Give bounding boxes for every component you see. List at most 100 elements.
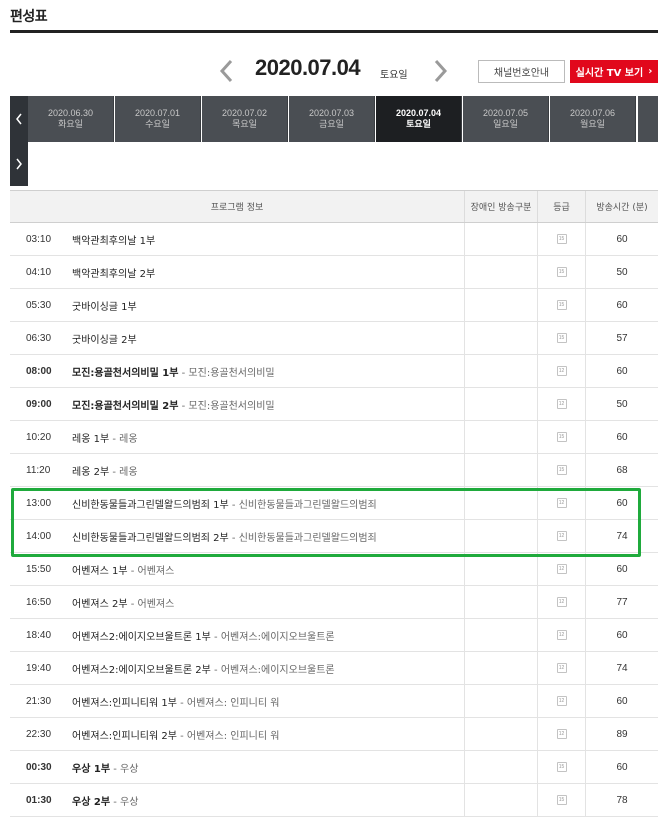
- program-time: 13:00: [26, 497, 52, 509]
- duration-cell: 60: [616, 365, 628, 377]
- program-subtitle-text: 우상: [120, 763, 139, 775]
- program-title[interactable]: 어벤져스:인피니티워 2부: [72, 727, 177, 742]
- title-rule: [10, 30, 658, 33]
- program-subtitle: - 어벤져스: [127, 598, 175, 610]
- date-tab[interactable]: 2020.06.30 화요일: [28, 96, 114, 142]
- rating-badge-icon: 12: [556, 729, 567, 739]
- table-row[interactable]: 06:30 굿바이싱글 2부 15 57: [10, 322, 658, 355]
- date-tab[interactable]: 2020.07.04 토요일: [376, 96, 462, 142]
- live-tv-label: 실시간 TV 보기: [575, 68, 644, 79]
- program-cell: 21:30 어벤져스:인피니티워 1부 - 어벤져스: 인피니티 워: [10, 685, 465, 717]
- date-tab[interactable]: 2020.07.02 목요일: [202, 96, 288, 142]
- table-row[interactable]: 16:50 어벤져스 2부 - 어벤져스 12 77: [10, 586, 658, 619]
- program-subtitle: - 우상: [110, 763, 139, 775]
- date-tab-date: 2020.07.06: [569, 108, 616, 118]
- table-row[interactable]: 00:30 우상 1부 - 우상 15 60: [10, 751, 658, 784]
- rating-cell: 15: [538, 751, 586, 783]
- program-cell: 18:40 어벤져스2:에이지오브울트론 1부 - 어벤져스:에이지오브울트론: [10, 619, 465, 651]
- program-cell: 22:30 어벤져스:인피니티워 2부 - 어벤져스: 인피니티 워: [10, 718, 465, 750]
- program-title[interactable]: 레옹 1부: [72, 430, 109, 445]
- program-title[interactable]: 우상 1부: [72, 760, 110, 775]
- program-cell: 19:40 어벤져스2:에이지오브울트론 2부 - 어벤져스:에이지오브울트론: [10, 652, 465, 684]
- duration-cell: 50: [616, 398, 628, 410]
- table-row[interactable]: 01:30 우상 2부 - 우상 15 78: [10, 784, 658, 817]
- chevron-right-icon: [434, 59, 448, 83]
- rating-badge-icon: 12: [556, 597, 567, 607]
- program-title[interactable]: 모진:용골천서의비밀 1부: [72, 364, 178, 379]
- table-row[interactable]: 18:40 어벤져스2:에이지오브울트론 1부 - 어벤져스:에이지오브울트론 12…: [10, 619, 658, 652]
- table-row[interactable]: 03:10 백악관최후의날 1부 15 60: [10, 223, 658, 256]
- rating-cell: 12: [538, 553, 586, 585]
- program-title[interactable]: 어벤져스 1부: [72, 562, 128, 577]
- program-time: 04:10: [26, 266, 52, 278]
- table-row[interactable]: 19:40 어벤져스2:에이지오브울트론 2부 - 어벤져스:에이지오브울트론 12…: [10, 652, 658, 685]
- program-title[interactable]: 신비한동물들과그린델왈드의범죄 1부: [72, 496, 229, 511]
- date-tab-date: 2020.07.01: [134, 108, 181, 118]
- date-tab-date: 2020.07.04: [395, 108, 442, 118]
- header-program: 프로그램 정보: [10, 191, 465, 222]
- program-time: 08:00: [26, 365, 52, 377]
- prev-date-button[interactable]: [216, 58, 238, 84]
- rating-cell: 12: [538, 355, 586, 387]
- program-title[interactable]: 굿바이싱글 1부: [72, 298, 137, 313]
- program-subtitle: - 레옹: [109, 433, 138, 445]
- accessibility-cell: [465, 784, 538, 816]
- program-title[interactable]: 우상 2부: [72, 793, 110, 808]
- live-tv-button[interactable]: 실시간 TV 보기 ›: [570, 60, 658, 83]
- table-row[interactable]: 14:00 신비한동물들과그린델왈드의범죄 2부 - 신비한동물들과그린델왈드의범…: [10, 520, 658, 553]
- rating-cell: 12: [538, 586, 586, 618]
- program-cell: 14:00 신비한동물들과그린델왈드의범죄 2부 - 신비한동물들과그린델왈드의범…: [10, 520, 465, 552]
- program-time: 21:30: [26, 695, 52, 707]
- table-row[interactable]: 11:20 레옹 2부 - 레옹 15 68: [10, 454, 658, 487]
- accessibility-cell: [465, 487, 538, 519]
- program-title[interactable]: 어벤져스 2부: [72, 595, 128, 610]
- rating-badge-icon: 15: [556, 432, 567, 442]
- program-title[interactable]: 신비한동물들과그린델왈드의범죄 2부: [72, 529, 229, 544]
- rating-badge-icon: 15: [556, 333, 567, 343]
- program-cell: 01:30 우상 2부 - 우상: [10, 784, 465, 816]
- accessibility-cell: [465, 619, 538, 651]
- date-tab[interactable]: 2020.07.05 일요일: [463, 96, 549, 142]
- rating-cell: 12: [538, 619, 586, 651]
- program-title[interactable]: 어벤져스2:에이지오브울트론 2부: [72, 661, 211, 676]
- rating-cell: 12: [538, 487, 586, 519]
- program-title[interactable]: 굿바이싱글 2부: [72, 331, 137, 346]
- table-row[interactable]: 22:30 어벤져스:인피니티워 2부 - 어벤져스: 인피니티 워 12 89: [10, 718, 658, 751]
- channel-guide-button[interactable]: 채널번호안내: [478, 60, 565, 83]
- duration-cell: 57: [616, 332, 628, 344]
- next-date-button[interactable]: [429, 58, 451, 84]
- program-title[interactable]: 모진:용골천서의비밀 2부: [72, 397, 178, 412]
- rating-badge-icon: 15: [556, 795, 567, 805]
- date-tab[interactable]: 2020.07.03 금요일: [289, 96, 375, 142]
- table-row[interactable]: 05:30 굿바이싱글 1부 15 60: [10, 289, 658, 322]
- program-time: 19:40: [26, 662, 52, 674]
- table-row[interactable]: 13:00 신비한동물들과그린델왈드의범죄 1부 - 신비한동물들과그린델왈드의범…: [10, 487, 658, 520]
- table-row[interactable]: 10:20 레옹 1부 - 레옹 15 60: [10, 421, 658, 454]
- accessibility-cell: [465, 223, 538, 255]
- rating-badge-icon: 12: [556, 564, 567, 574]
- tabs-prev-button[interactable]: [10, 96, 28, 142]
- table-row[interactable]: 04:10 백악관최후의날 2부 15 50: [10, 256, 658, 289]
- program-title[interactable]: 레옹 2부: [72, 463, 109, 478]
- program-subtitle-text: 레옹: [119, 466, 138, 478]
- accessibility-cell: [465, 388, 538, 420]
- table-row[interactable]: 08:00 모진:용골천서의비밀 1부 - 모진:용골천서의비밀 12 60: [10, 355, 658, 388]
- table-row[interactable]: 21:30 어벤져스:인피니티워 1부 - 어벤져스: 인피니티 워 12 60: [10, 685, 658, 718]
- duration-cell: 89: [616, 728, 628, 740]
- date-tab-day: 목요일: [232, 120, 257, 130]
- program-subtitle-text: 어벤져스: 인피니티 워: [186, 697, 280, 709]
- table-row[interactable]: 15:50 어벤져스 1부 - 어벤져스 12 60: [10, 553, 658, 586]
- program-title[interactable]: 백악관최후의날 1부: [72, 232, 155, 247]
- date-tab-day: 토요일: [406, 120, 431, 130]
- duration-cell: 50: [616, 266, 628, 278]
- rating-cell: 15: [538, 454, 586, 486]
- date-tab[interactable]: 2020.07.01 수요일: [115, 96, 201, 142]
- page-title: 편성표: [10, 9, 48, 25]
- date-tab[interactable]: 2020.07.06 월요일: [550, 96, 636, 142]
- program-title[interactable]: 백악관최후의날 2부: [72, 265, 155, 280]
- rating-badge-icon: 12: [556, 399, 567, 409]
- tabs-next-button[interactable]: [10, 142, 28, 186]
- program-title[interactable]: 어벤져스:인피니티워 1부: [72, 694, 177, 709]
- program-title[interactable]: 어벤져스2:에이지오브울트론 1부: [72, 628, 211, 643]
- table-row[interactable]: 09:00 모진:용골천서의비밀 2부 - 모진:용골천서의비밀 12 50: [10, 388, 658, 421]
